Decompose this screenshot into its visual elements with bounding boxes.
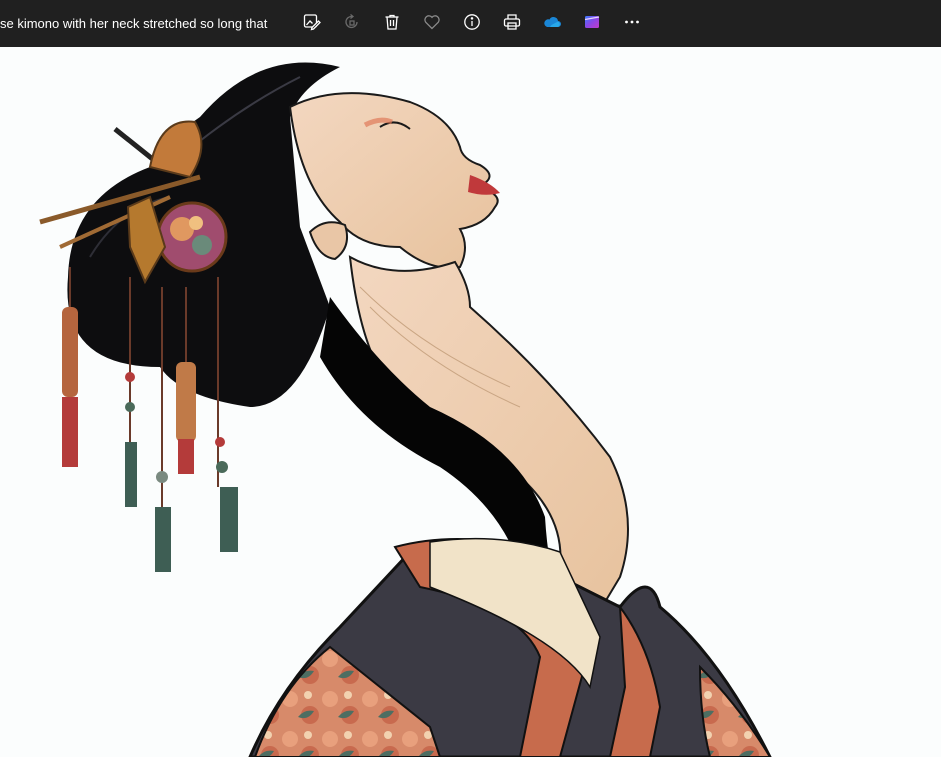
ellipsis-icon — [622, 12, 642, 37]
edit-image-button[interactable] — [296, 8, 328, 40]
trash-icon — [382, 12, 402, 37]
clipchamp-button[interactable] — [576, 8, 608, 40]
heart-icon — [422, 12, 442, 37]
info-button[interactable] — [456, 8, 488, 40]
rotate-icon — [342, 12, 362, 37]
more-options-button[interactable] — [616, 8, 648, 40]
rotate-button[interactable] — [336, 8, 368, 40]
onedrive-cloud-icon — [542, 12, 562, 37]
edit-image-icon — [302, 12, 322, 37]
geisha-illustration — [39, 62, 772, 757]
delete-button[interactable] — [376, 8, 408, 40]
printer-icon — [502, 12, 522, 37]
clipchamp-icon — [582, 12, 602, 37]
info-icon — [462, 12, 482, 37]
onedrive-button[interactable] — [536, 8, 568, 40]
app-toolbar: se kimono with her neck stretched so lon… — [0, 0, 941, 47]
image-canvas[interactable] — [0, 47, 941, 757]
file-title: se kimono with her neck stretched so lon… — [0, 16, 268, 31]
print-button[interactable] — [496, 8, 528, 40]
favorite-button[interactable] — [416, 8, 448, 40]
